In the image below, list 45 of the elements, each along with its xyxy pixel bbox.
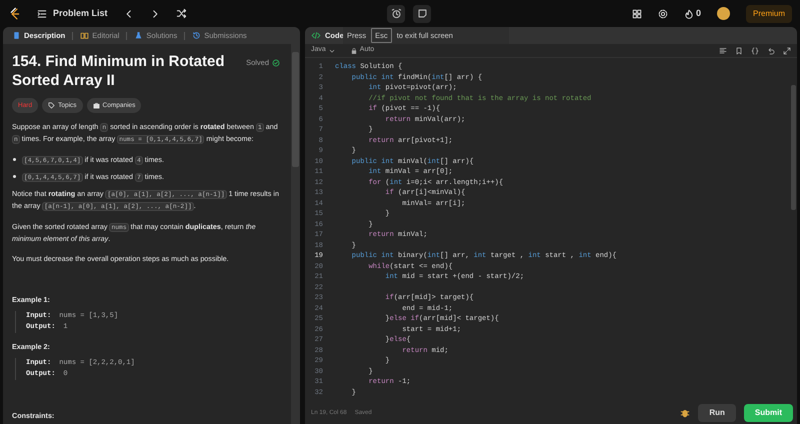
bug-icon [680, 408, 690, 418]
problem-list-button[interactable]: Problem List [37, 6, 108, 20]
code-icon [311, 31, 321, 40]
scrollbar-thumb[interactable] [791, 85, 796, 210]
debug-button[interactable] [680, 408, 690, 418]
scrollbar-thumb[interactable] [292, 52, 299, 167]
premium-button[interactable]: Premium [746, 4, 792, 22]
alarm-clock-icon [390, 8, 402, 19]
problem-title: 154. Find Minimum in Rotated Sorted Array II [12, 52, 226, 90]
grid-icon [632, 8, 642, 18]
braces-icon [751, 46, 759, 54]
note-icon [416, 8, 428, 19]
lock-icon [350, 48, 357, 54]
lines-icon [719, 46, 727, 54]
description-icon [12, 31, 21, 40]
bookmark-button[interactable] [735, 46, 743, 54]
expand-button[interactable] [783, 46, 791, 54]
settings-icon [658, 8, 668, 18]
run-button[interactable]: Run [698, 404, 736, 422]
undo-icon [767, 46, 775, 54]
briefcase-icon [92, 102, 100, 109]
shuffle-button[interactable] [176, 8, 187, 19]
history-icon [192, 31, 202, 40]
logo-icon [8, 6, 21, 20]
layout-button[interactable] [632, 8, 642, 18]
book-icon [80, 31, 90, 40]
caret-icon [328, 48, 335, 54]
timer-button[interactable] [387, 4, 406, 22]
bullet-dot [13, 158, 16, 161]
tag-icon [48, 102, 56, 109]
notes-button[interactable] [413, 4, 432, 22]
settings-button[interactable] [658, 8, 668, 18]
flask-icon [134, 31, 144, 40]
avatar[interactable] [717, 7, 730, 20]
reset-button[interactable] [767, 46, 775, 54]
flame-icon [684, 8, 694, 18]
format-button[interactable] [719, 46, 727, 54]
braces-button[interactable] [751, 46, 759, 54]
check-circle-icon [272, 58, 280, 66]
shuffle-icon [176, 8, 187, 19]
expand-icon [783, 46, 791, 54]
bookmark-icon [735, 46, 743, 54]
list-icon [37, 8, 47, 18]
bullet-dot [13, 175, 16, 178]
streak-counter[interactable]: 0 [684, 6, 701, 20]
